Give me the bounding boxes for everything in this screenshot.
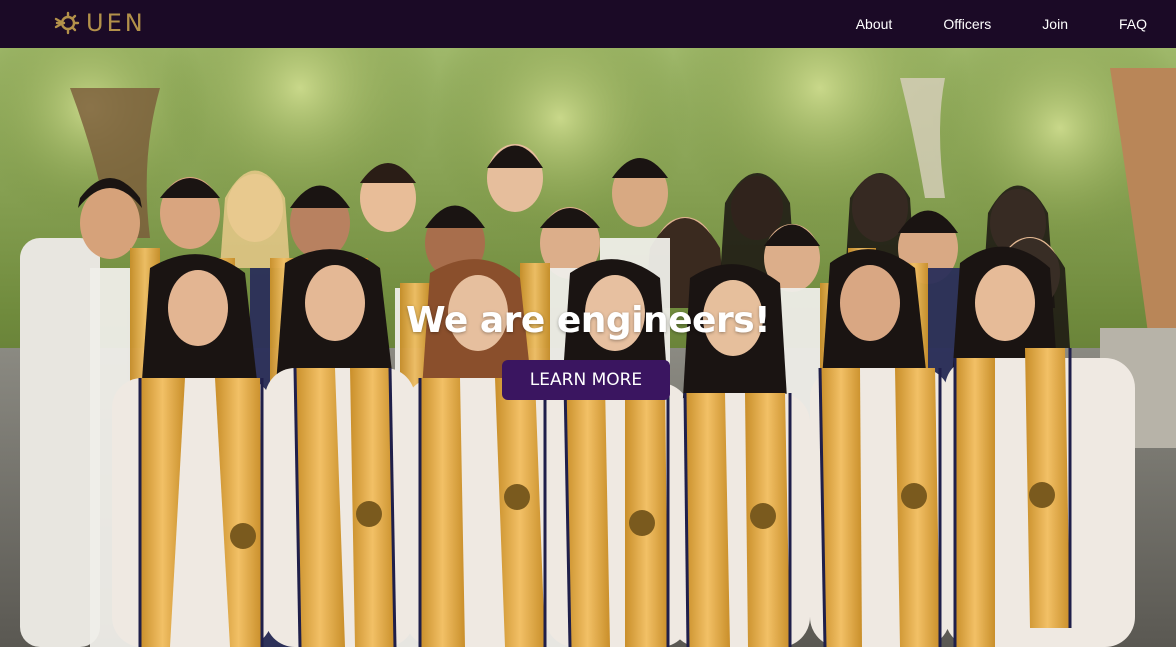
nav-links: About Officers Join FAQ (805, 0, 1176, 48)
nav-about-link[interactable]: About (856, 16, 893, 32)
home-logo-link[interactable]: UEN (54, 7, 146, 39)
learn-more-button[interactable]: LEARN MORE (502, 360, 670, 400)
uen-gear-arrow-icon (54, 11, 80, 35)
nav-officers-link[interactable]: Officers (943, 16, 991, 32)
page: UEN About Officers Join FAQ We are engin… (0, 0, 1176, 647)
brand-name: UEN (86, 9, 146, 37)
group-photo (0, 48, 1176, 647)
nav-faq-link[interactable]: FAQ (1119, 16, 1147, 32)
navbar: UEN About Officers Join FAQ (0, 0, 1176, 48)
nav-join-link[interactable]: Join (1042, 16, 1068, 32)
hero-section: We are engineers! LEARN MORE (0, 48, 1176, 647)
